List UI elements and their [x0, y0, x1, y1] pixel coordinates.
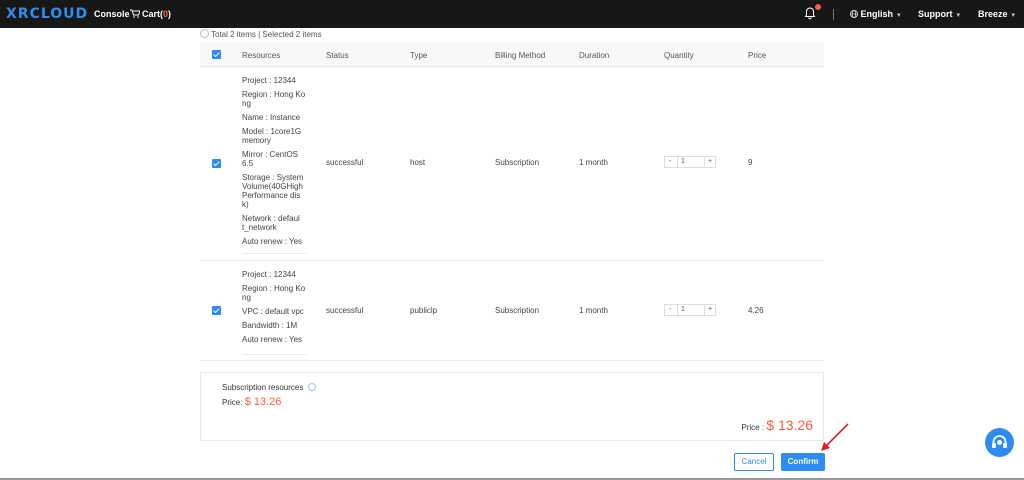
- row-checkbox[interactable]: [212, 306, 221, 315]
- billing-cell: Subscription: [495, 306, 540, 315]
- type-cell: host: [410, 158, 426, 167]
- cart-icon: [130, 9, 141, 18]
- table-row: Project : 12344 Region : Hong Ko ng Name…: [200, 67, 824, 261]
- info-icon: [200, 29, 209, 38]
- cart-link[interactable]: Cart(0): [130, 9, 171, 19]
- decrement-button[interactable]: -: [665, 306, 675, 313]
- column-header-price: Price: [748, 51, 767, 60]
- quantity-input[interactable]: 1: [677, 157, 705, 167]
- column-header-type: Type: [410, 51, 428, 60]
- decrement-button[interactable]: -: [665, 158, 675, 165]
- subscription-price-value: $ 13.26: [244, 396, 282, 408]
- chevron-down-icon: ▾: [956, 12, 961, 19]
- total-price-value: $ 13.26: [766, 417, 813, 433]
- resource-line: Bandwidth : 1M: [242, 321, 298, 330]
- support-chat-button[interactable]: [985, 428, 1014, 457]
- support-menu[interactable]: Support ▾: [918, 9, 960, 19]
- type-cell: publiclp: [410, 306, 438, 315]
- duration-cell: 1 month: [579, 158, 608, 167]
- resource-details: Project : 12344 Region : Hong Ko ng VPC …: [242, 270, 308, 349]
- top-navigation-bar: XRCLOUD Console Cart(0) English ▾ Support…: [0, 0, 1024, 28]
- quantity-stepper: - 1 +: [664, 156, 716, 168]
- billing-cell: Subscription: [495, 158, 540, 167]
- status-cell: successful: [326, 158, 364, 167]
- price-cell: 4.26: [748, 306, 764, 315]
- increment-button[interactable]: +: [705, 158, 715, 165]
- resource-line: Region : Hong Ko ng: [242, 284, 306, 302]
- resource-line: Project : 12344: [242, 270, 296, 279]
- total-price-label: Price :: [741, 423, 765, 432]
- resource-line: Region : Hong Ko ng: [242, 90, 306, 108]
- user-menu[interactable]: Breeze ▾: [978, 9, 1015, 19]
- nav-divider: [833, 9, 834, 20]
- resource-divider: [242, 253, 306, 254]
- quantity-stepper: - 1 +: [664, 304, 716, 316]
- select-all-checkbox[interactable]: [212, 50, 221, 59]
- subscription-price: Price: $ 13.26: [222, 396, 281, 408]
- console-link[interactable]: Console: [94, 9, 130, 19]
- column-header-resources: Resources: [242, 51, 281, 60]
- resource-line: Network : defaul t_network: [242, 214, 300, 232]
- total-price: Price : $ 13.26: [741, 417, 813, 433]
- globe-icon: [850, 10, 858, 18]
- duration-cell: 1 month: [579, 306, 608, 315]
- column-header-duration: Duration: [579, 51, 610, 60]
- table-row: Project : 12344 Region : Hong Ko ng VPC …: [200, 261, 824, 361]
- quantity-input[interactable]: 1: [677, 305, 705, 315]
- chevron-down-icon: ▾: [897, 12, 901, 19]
- confirm-button[interactable]: Confirm: [781, 453, 825, 471]
- resource-divider: [242, 354, 306, 355]
- table-header: Resources Status Type Billing Method Dur…: [200, 43, 824, 67]
- language-selector[interactable]: English ▾: [850, 9, 901, 19]
- resource-line: Name : Instance: [242, 113, 301, 122]
- resource-line: Model : 1core1G memory: [242, 127, 302, 145]
- resource-line: Auto renew : Yes: [242, 237, 303, 246]
- headset-icon: [992, 435, 1007, 448]
- notification-dot: [815, 4, 821, 10]
- brand-logo[interactable]: XRCLOUD: [6, 6, 88, 22]
- column-header-status: Status: [326, 51, 349, 60]
- support-label: Support: [918, 9, 953, 19]
- column-header-billing: Billing Method: [495, 51, 546, 60]
- resource-line: Storage : System Volume(40GHigh Performa…: [242, 173, 304, 209]
- info-icon[interactable]: [307, 383, 316, 391]
- price-cell: 9: [748, 158, 753, 167]
- summary-text: Total 2 items | Selected 2 items: [211, 30, 322, 39]
- resource-details: Project : 12344 Region : Hong Ko ng Name…: [242, 76, 308, 251]
- chevron-down-icon: ▾: [1011, 12, 1016, 19]
- status-cell: successful: [326, 306, 364, 315]
- resource-line: Project : 12344: [242, 76, 296, 85]
- resource-line: Auto renew : Yes: [242, 335, 303, 344]
- cart-label: Cart(: [142, 9, 164, 19]
- column-header-quantity: Quantity: [664, 51, 694, 60]
- increment-button[interactable]: +: [705, 306, 715, 313]
- user-label: Breeze: [978, 9, 1008, 19]
- subscription-price-label: Price:: [222, 398, 243, 407]
- brand-text: XRCLOUD: [6, 6, 89, 22]
- language-label: English: [860, 9, 894, 19]
- pointer-arrow-icon: [821, 423, 849, 451]
- subscription-title: Subscription resources: [222, 383, 318, 392]
- row-checkbox[interactable]: [212, 159, 221, 168]
- resource-line: Mirror : CentOS 6.5: [242, 150, 299, 168]
- subscription-summary-box: Subscription resources Price: $ 13.26 Pr…: [200, 372, 824, 441]
- subscription-title-text: Subscription resources: [222, 383, 304, 392]
- selection-summary: Total 2 items | Selected 2 items: [200, 29, 322, 39]
- cancel-button[interactable]: Cancel: [734, 453, 774, 471]
- resource-line: VPC : default vpc: [242, 307, 304, 316]
- cart-close: ): [168, 9, 172, 19]
